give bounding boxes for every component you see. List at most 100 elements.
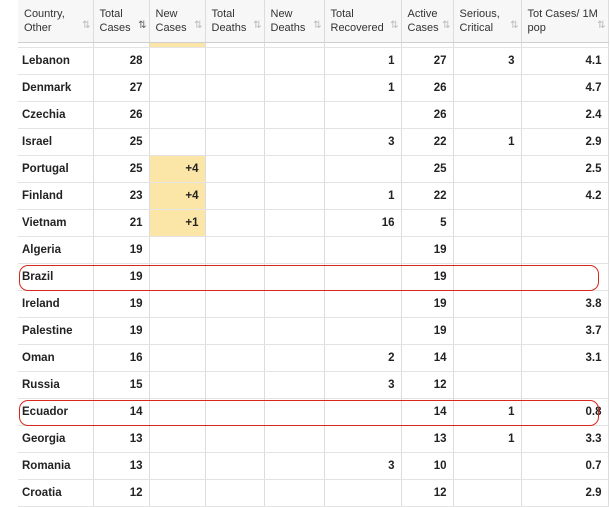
table-row: Israel 25 3 22 1 2.9: [18, 128, 609, 156]
cell-per-million: 2.9: [521, 128, 609, 156]
cell-serious-critical: [453, 101, 522, 129]
country-name[interactable]: Lebanon: [18, 47, 94, 75]
cell-total-deaths: [205, 479, 265, 507]
cell-total-recovered: 3: [324, 371, 402, 399]
column-header-new-deaths[interactable]: New Deaths ⇅: [264, 0, 325, 43]
cell-total-recovered: [324, 290, 402, 318]
country-name[interactable]: Ireland: [18, 290, 94, 318]
cell-total-deaths: [205, 182, 265, 210]
column-header-total-deaths[interactable]: Total Deaths ⇅: [205, 0, 265, 43]
cell-new-deaths: [264, 101, 325, 129]
cell-active-cases: 10: [401, 452, 454, 480]
column-header-total-recovered[interactable]: Total Recovered ⇅: [324, 0, 402, 43]
cell-active-cases: 19: [401, 317, 454, 345]
cell-serious-critical: [453, 182, 522, 210]
cell-new-cases: [149, 47, 206, 75]
cell-new-cases: [149, 236, 206, 264]
table-row: Oman 16 2 14 3.1: [18, 344, 609, 372]
sort-arrows-icon[interactable]: ⇅: [597, 19, 606, 33]
country-name[interactable]: Israel: [18, 128, 94, 156]
cell-per-million: 4.7: [521, 74, 609, 102]
column-header-label: Total Recovered: [330, 8, 384, 34]
cell-new-deaths: [264, 344, 325, 372]
cell-total-deaths: [205, 371, 265, 399]
country-name[interactable]: Finland: [18, 182, 94, 210]
cell-total-cases: 26: [93, 101, 150, 129]
cell-per-million: 3.1: [521, 344, 609, 372]
country-name[interactable]: Algeria: [18, 236, 94, 264]
cell-total-recovered: [324, 155, 402, 183]
cell-active-cases: 19: [401, 290, 454, 318]
table-row: Denmark 27 1 26 4.7: [18, 74, 609, 102]
cell-total-cases: 12: [93, 479, 150, 507]
country-name[interactable]: Russia: [18, 371, 94, 399]
cell-new-cases: [149, 290, 206, 318]
cell-total-cases: 23: [93, 182, 150, 210]
cell-total-recovered: [324, 317, 402, 345]
column-header-serious-critical[interactable]: Serious, Critical ⇅: [453, 0, 522, 43]
cell-active-cases: 22: [401, 128, 454, 156]
cell-total-deaths: [205, 155, 265, 183]
cell-new-cases: [149, 128, 206, 156]
cell-active-cases: 12: [401, 479, 454, 507]
cell-total-deaths: [205, 209, 265, 237]
cell-serious-critical: [453, 155, 522, 183]
column-header-label: Total Cases: [99, 8, 131, 34]
cell-total-cases: 19: [93, 317, 150, 345]
header-row: Country, Other ⇅ Total Cases ⇅ New Cases ⇅ Tot…: [18, 0, 609, 43]
country-name[interactable]: Palestine: [18, 317, 94, 345]
cell-total-recovered: [324, 236, 402, 264]
column-header-active-cases[interactable]: Active Cases ⇅: [401, 0, 454, 43]
cell-new-cases: [149, 371, 206, 399]
country-name[interactable]: Denmark: [18, 74, 94, 102]
table-row: Russia 15 3 12: [18, 371, 609, 399]
country-name[interactable]: Romania: [18, 452, 94, 480]
sort-arrows-icon[interactable]: ⇅: [313, 19, 322, 33]
highlight-annotation-box: [19, 399, 599, 426]
cell-new-deaths: [264, 236, 325, 264]
cell-serious-critical: [453, 209, 522, 237]
cell-per-million: 2.5: [521, 155, 609, 183]
column-header-label: Total Deaths: [211, 8, 247, 34]
cell-new-cases: [149, 317, 206, 345]
cell-total-deaths: [205, 47, 265, 75]
country-name[interactable]: Portugal: [18, 155, 94, 183]
sort-arrows-icon[interactable]: ⇅: [138, 19, 147, 33]
country-name[interactable]: Georgia: [18, 425, 94, 453]
sort-arrows-icon[interactable]: ⇅: [194, 19, 203, 33]
cell-total-cases: 13: [93, 425, 150, 453]
column-header-total-cases[interactable]: Total Cases ⇅: [93, 0, 150, 43]
table-row: Palestine 19 19 3.7: [18, 317, 609, 345]
country-name[interactable]: Oman: [18, 344, 94, 372]
cell-new-deaths: [264, 452, 325, 480]
cell-new-cases: +4: [149, 155, 206, 183]
cell-per-million: 2.9: [521, 479, 609, 507]
sort-arrows-icon[interactable]: ⇅: [253, 19, 262, 33]
cell-new-deaths: [264, 371, 325, 399]
cell-total-deaths: [205, 317, 265, 345]
column-header-country[interactable]: Country, Other ⇅: [18, 0, 94, 43]
cell-serious-critical: [453, 317, 522, 345]
column-header-cases-per-million[interactable]: Tot Cases/ 1M pop ⇅: [521, 0, 609, 43]
cell-new-cases: [149, 101, 206, 129]
cell-active-cases: 22: [401, 182, 454, 210]
sort-arrows-icon[interactable]: ⇅: [82, 19, 91, 33]
cell-total-recovered: 1: [324, 182, 402, 210]
cell-total-recovered: 1: [324, 47, 402, 75]
country-name[interactable]: Czechia: [18, 101, 94, 129]
country-name[interactable]: Croatia: [18, 479, 94, 507]
sort-arrows-icon[interactable]: ⇅: [390, 19, 399, 33]
cell-total-deaths: [205, 236, 265, 264]
column-header-new-cases[interactable]: New Cases ⇅: [149, 0, 206, 43]
cell-serious-critical: [453, 344, 522, 372]
covid-cases-table: Country, Other ⇅ Total Cases ⇅ New Cases ⇅ Tot…: [18, 0, 609, 507]
table-row: Finland 23 +4 1 22 4.2: [18, 182, 609, 210]
sort-arrows-icon[interactable]: ⇅: [510, 19, 519, 33]
country-name[interactable]: Vietnam: [18, 209, 94, 237]
cell-new-cases: +4: [149, 182, 206, 210]
cell-per-million: 4.2: [521, 182, 609, 210]
sort-arrows-icon[interactable]: ⇅: [442, 19, 451, 33]
cell-serious-critical: [453, 74, 522, 102]
cell-new-deaths: [264, 74, 325, 102]
table-row: Georgia 13 13 1 3.3: [18, 425, 609, 453]
